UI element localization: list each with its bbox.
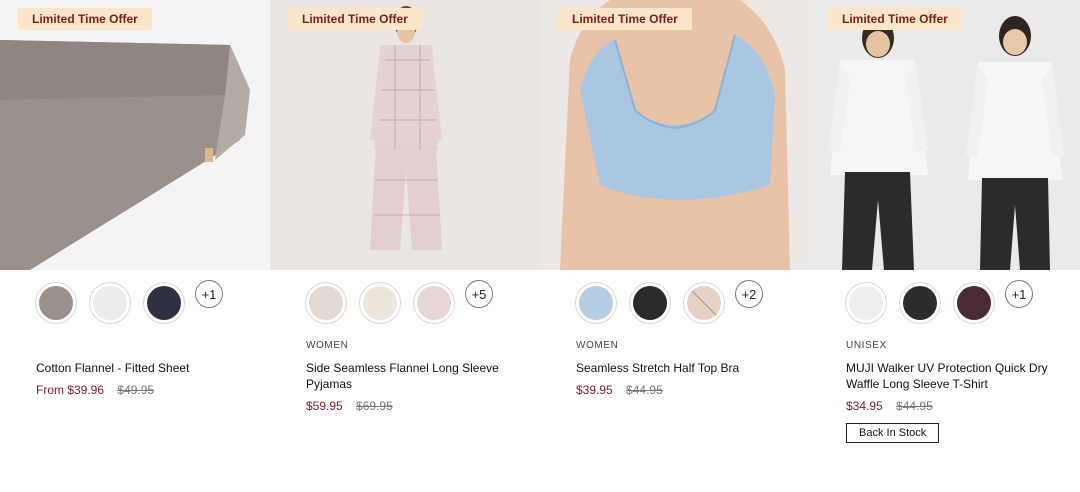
- product-category: WOMEN: [306, 340, 349, 351]
- swatch-cream[interactable]: [359, 282, 401, 324]
- product-title[interactable]: Side Seamless Flannel Long Sleeve Pyjama…: [306, 360, 516, 392]
- swatch-black[interactable]: [629, 282, 671, 324]
- swatch-white[interactable]: [89, 282, 131, 324]
- product-card[interactable]: Limited Time Offer +2 WOMEN Seamless Str…: [540, 0, 810, 492]
- limited-offer-badge: Limited Time Offer: [18, 8, 152, 30]
- product-card[interactable]: Limited Time Offer +1 Cotton Flannel - F…: [0, 0, 270, 492]
- more-colors-button[interactable]: +1: [1005, 280, 1033, 308]
- sold-out-slash-icon: [688, 287, 720, 319]
- product-title[interactable]: MUJI Walker UV Protection Quick Dry Waff…: [846, 360, 1056, 392]
- price-row: $59.95 $69.95: [306, 399, 540, 413]
- swatch-black[interactable]: [899, 282, 941, 324]
- limited-offer-badge: Limited Time Offer: [558, 8, 692, 30]
- swatch-gray[interactable]: [35, 282, 77, 324]
- limited-offer-badge: Limited Time Offer: [288, 8, 422, 30]
- sale-price: From $39.96: [36, 383, 105, 397]
- swatch-burgundy[interactable]: [953, 282, 995, 324]
- fitted-sheet-image: [0, 0, 270, 270]
- swatch-white[interactable]: [845, 282, 887, 324]
- product-category: [36, 340, 270, 352]
- color-swatches: +1: [810, 270, 1080, 326]
- product-title[interactable]: Seamless Stretch Half Top Bra: [576, 360, 786, 376]
- color-swatches: +5: [270, 270, 540, 326]
- product-image[interactable]: Limited Time Offer: [0, 0, 270, 270]
- back-in-stock-tag: Back In Stock: [846, 423, 940, 443]
- color-swatches: +2: [540, 270, 810, 326]
- sale-price: $39.95: [576, 383, 613, 397]
- original-price: $44.95: [896, 399, 933, 413]
- original-price: $44.95: [626, 383, 663, 397]
- limited-offer-badge: Limited Time Offer: [828, 8, 962, 30]
- sale-price: $59.95: [306, 399, 343, 413]
- color-swatches: +1: [0, 270, 270, 326]
- original-price: $49.95: [117, 383, 155, 397]
- original-price: $69.95: [356, 399, 393, 413]
- swatch-light-blue[interactable]: [575, 282, 617, 324]
- tshirt-image: [810, 0, 1080, 270]
- more-colors-button[interactable]: +5: [465, 280, 493, 308]
- bra-image: [540, 0, 810, 270]
- more-colors-button[interactable]: +2: [735, 280, 763, 308]
- swatch-beige[interactable]: [305, 282, 347, 324]
- product-title[interactable]: Cotton Flannel - Fitted Sheet: [36, 360, 246, 376]
- product-card[interactable]: Limited Time Offer +5 WOMEN Side Seamles…: [270, 0, 540, 492]
- product-card[interactable]: Limited Time Offer +1 UNISEX MUJI Walker…: [810, 0, 1080, 492]
- swatch-navy[interactable]: [143, 282, 185, 324]
- product-category: WOMEN: [576, 340, 619, 351]
- price-row: $34.95 $44.95: [846, 399, 1080, 413]
- price-row: $39.95 $44.95: [576, 383, 810, 397]
- product-image[interactable]: Limited Time Offer: [540, 0, 810, 270]
- more-colors-button[interactable]: +1: [195, 280, 223, 308]
- swatch-beige-soldout[interactable]: [683, 282, 725, 324]
- product-image[interactable]: Limited Time Offer: [270, 0, 540, 270]
- swatch-pink-check[interactable]: [413, 282, 455, 324]
- product-grid: Limited Time Offer +1 Cotton Flannel - F…: [0, 0, 1080, 492]
- sale-price: $34.95: [846, 399, 883, 413]
- pyjamas-image: [270, 0, 540, 270]
- product-image[interactable]: Limited Time Offer: [810, 0, 1080, 270]
- product-category: UNISEX: [846, 340, 887, 351]
- price-row: From $39.96 $49.95: [36, 383, 270, 397]
